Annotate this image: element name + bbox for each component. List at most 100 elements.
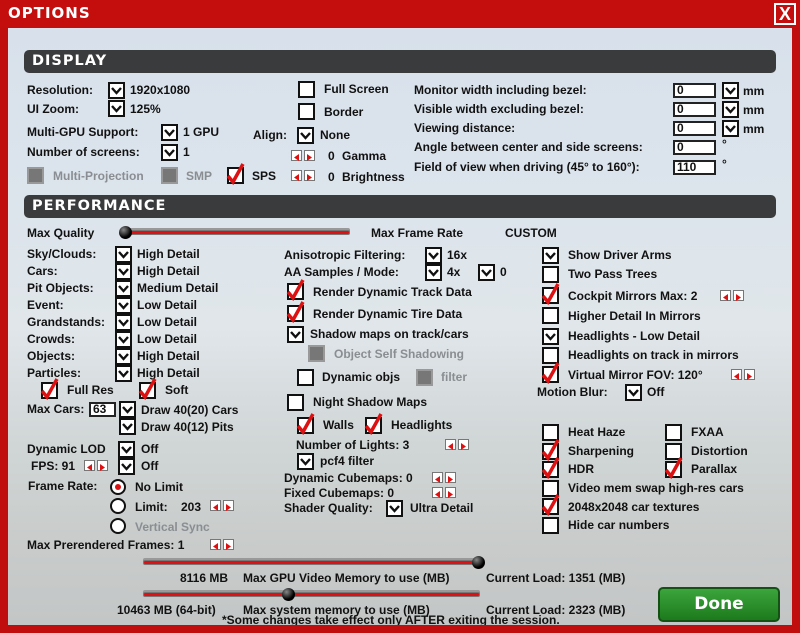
sps-checkbox[interactable] (226, 163, 245, 186)
monitor-setting-input[interactable]: 0 (673, 102, 716, 117)
detail-label: Crowds: (27, 332, 75, 346)
chevron-down-icon (118, 268, 129, 276)
limit-increase-button[interactable] (223, 500, 234, 511)
headlights-mirrors-checkbox[interactable] (542, 347, 559, 364)
aa-samples-dropdown[interactable] (425, 264, 442, 281)
screens-dropdown[interactable] (161, 144, 178, 161)
two-pass-checkbox[interactable] (542, 266, 559, 283)
system-memory-slider-track[interactable] (143, 592, 480, 597)
done-button[interactable]: Done (658, 587, 780, 622)
border-label: Border (324, 105, 364, 119)
unit-label: ° (722, 137, 727, 151)
monitor-setting-input[interactable]: 0 (673, 140, 716, 155)
shader-dropdown[interactable] (386, 500, 403, 517)
border-checkbox[interactable] (298, 103, 315, 120)
no-limit-radio[interactable] (110, 479, 126, 495)
mirror-fov-increase-button[interactable] (744, 369, 755, 380)
headlights-label: Headlights (391, 418, 453, 432)
fixed-cubemaps-increase-button[interactable] (445, 487, 456, 498)
track-data-checkbox[interactable] (286, 279, 305, 302)
aa-mode-dropdown[interactable] (478, 264, 495, 281)
heat-haze-checkbox[interactable] (542, 424, 559, 441)
textures-2048-checkbox[interactable] (541, 494, 560, 517)
unit-dropdown[interactable] (722, 101, 739, 118)
monitor-setting-input[interactable]: 0 (673, 121, 716, 136)
brightness-decrease-button[interactable] (291, 170, 302, 181)
draw-pits-dropdown[interactable] (119, 418, 136, 435)
unit-dropdown[interactable] (722, 120, 739, 137)
fps-dropdown[interactable] (118, 458, 135, 475)
hide-numbers-checkbox[interactable] (542, 517, 559, 534)
detail-dropdown[interactable] (115, 297, 132, 314)
gpu-memory-slider-track[interactable] (143, 560, 478, 565)
fixed-cubemaps-decrease-button[interactable] (432, 487, 443, 498)
dynamic-cubemaps-label: Dynamic Cubemaps: 0 (284, 471, 413, 485)
detail-dropdown[interactable] (115, 331, 132, 348)
pcf4-dropdown[interactable] (297, 453, 314, 470)
aniso-value: 16x (447, 248, 468, 262)
virtual-mirror-checkbox[interactable] (541, 362, 560, 385)
gamma-decrease-button[interactable] (291, 150, 302, 161)
dynamic-lod-dropdown[interactable] (118, 441, 135, 458)
fps-increase-button[interactable] (97, 460, 108, 471)
lights-increase-button[interactable] (458, 439, 469, 450)
chevron-down-icon (725, 125, 736, 133)
full-screen-checkbox[interactable] (298, 81, 315, 98)
quality-slider-knob[interactable] (119, 226, 132, 239)
fps-decrease-button[interactable] (84, 460, 95, 471)
tire-data-checkbox[interactable] (286, 301, 305, 324)
multi-gpu-dropdown[interactable] (161, 124, 178, 141)
walls-checkbox[interactable] (296, 413, 315, 436)
gamma-increase-button[interactable] (304, 150, 315, 161)
quality-slider-track[interactable] (125, 230, 350, 235)
max-cars-input[interactable]: 63 (89, 402, 116, 417)
detail-dropdown[interactable] (115, 365, 132, 382)
detail-label: Pit Objects: (27, 281, 94, 295)
detail-dropdown[interactable] (115, 263, 132, 280)
fxaa-checkbox[interactable] (665, 424, 682, 441)
hdr-checkbox[interactable] (541, 457, 560, 480)
driver-arms-dropdown[interactable] (542, 247, 559, 264)
night-shadow-checkbox[interactable] (287, 394, 304, 411)
dynamic-objs-checkbox[interactable] (297, 369, 314, 386)
higher-detail-checkbox[interactable] (542, 307, 559, 324)
draw-cars-dropdown[interactable] (119, 401, 136, 418)
limit-decrease-button[interactable] (210, 500, 221, 511)
dynamic-cubemaps-decrease-button[interactable] (432, 472, 443, 483)
arrow-left-icon (213, 543, 218, 550)
prerendered-decrease-button[interactable] (210, 539, 221, 550)
resolution-value: 1920x1080 (130, 83, 191, 97)
parallax-checkbox[interactable] (664, 457, 683, 480)
detail-dropdown[interactable] (115, 246, 132, 263)
brightness-increase-button[interactable] (304, 170, 315, 181)
system-memory-slider-knob[interactable] (281, 588, 295, 601)
mirrors-max-decrease-button[interactable] (720, 290, 731, 301)
gpu-memory-slider-knob[interactable] (472, 556, 485, 569)
close-button[interactable]: X (774, 3, 796, 25)
aa-label: AA Samples / Mode: (284, 265, 399, 279)
chevron-down-icon (118, 302, 129, 310)
headlights-checkbox[interactable] (364, 413, 383, 436)
motion-blur-dropdown[interactable] (625, 384, 642, 401)
unit-dropdown[interactable] (722, 82, 739, 99)
shadow-maps-dropdown[interactable] (287, 326, 304, 343)
prerendered-increase-button[interactable] (223, 539, 234, 550)
detail-dropdown[interactable] (115, 314, 132, 331)
headlights-low-dropdown[interactable] (542, 328, 559, 345)
detail-dropdown[interactable] (115, 348, 132, 365)
monitor-setting-input[interactable]: 110 (673, 160, 716, 175)
monitor-setting-input[interactable]: 0 (673, 83, 716, 98)
full-res-checkbox[interactable] (40, 378, 59, 401)
mirror-fov-decrease-button[interactable] (731, 369, 742, 380)
soft-checkbox[interactable] (138, 378, 157, 401)
ui-zoom-dropdown[interactable] (108, 100, 125, 117)
limit-radio[interactable] (110, 498, 126, 514)
cockpit-mirrors-checkbox[interactable] (541, 283, 560, 306)
lights-decrease-button[interactable] (445, 439, 456, 450)
align-dropdown[interactable] (297, 127, 314, 144)
detail-dropdown[interactable] (115, 280, 132, 297)
dynamic-cubemaps-increase-button[interactable] (445, 472, 456, 483)
mirrors-max-increase-button[interactable] (733, 290, 744, 301)
aniso-dropdown[interactable] (425, 247, 442, 264)
resolution-dropdown[interactable] (108, 82, 125, 99)
